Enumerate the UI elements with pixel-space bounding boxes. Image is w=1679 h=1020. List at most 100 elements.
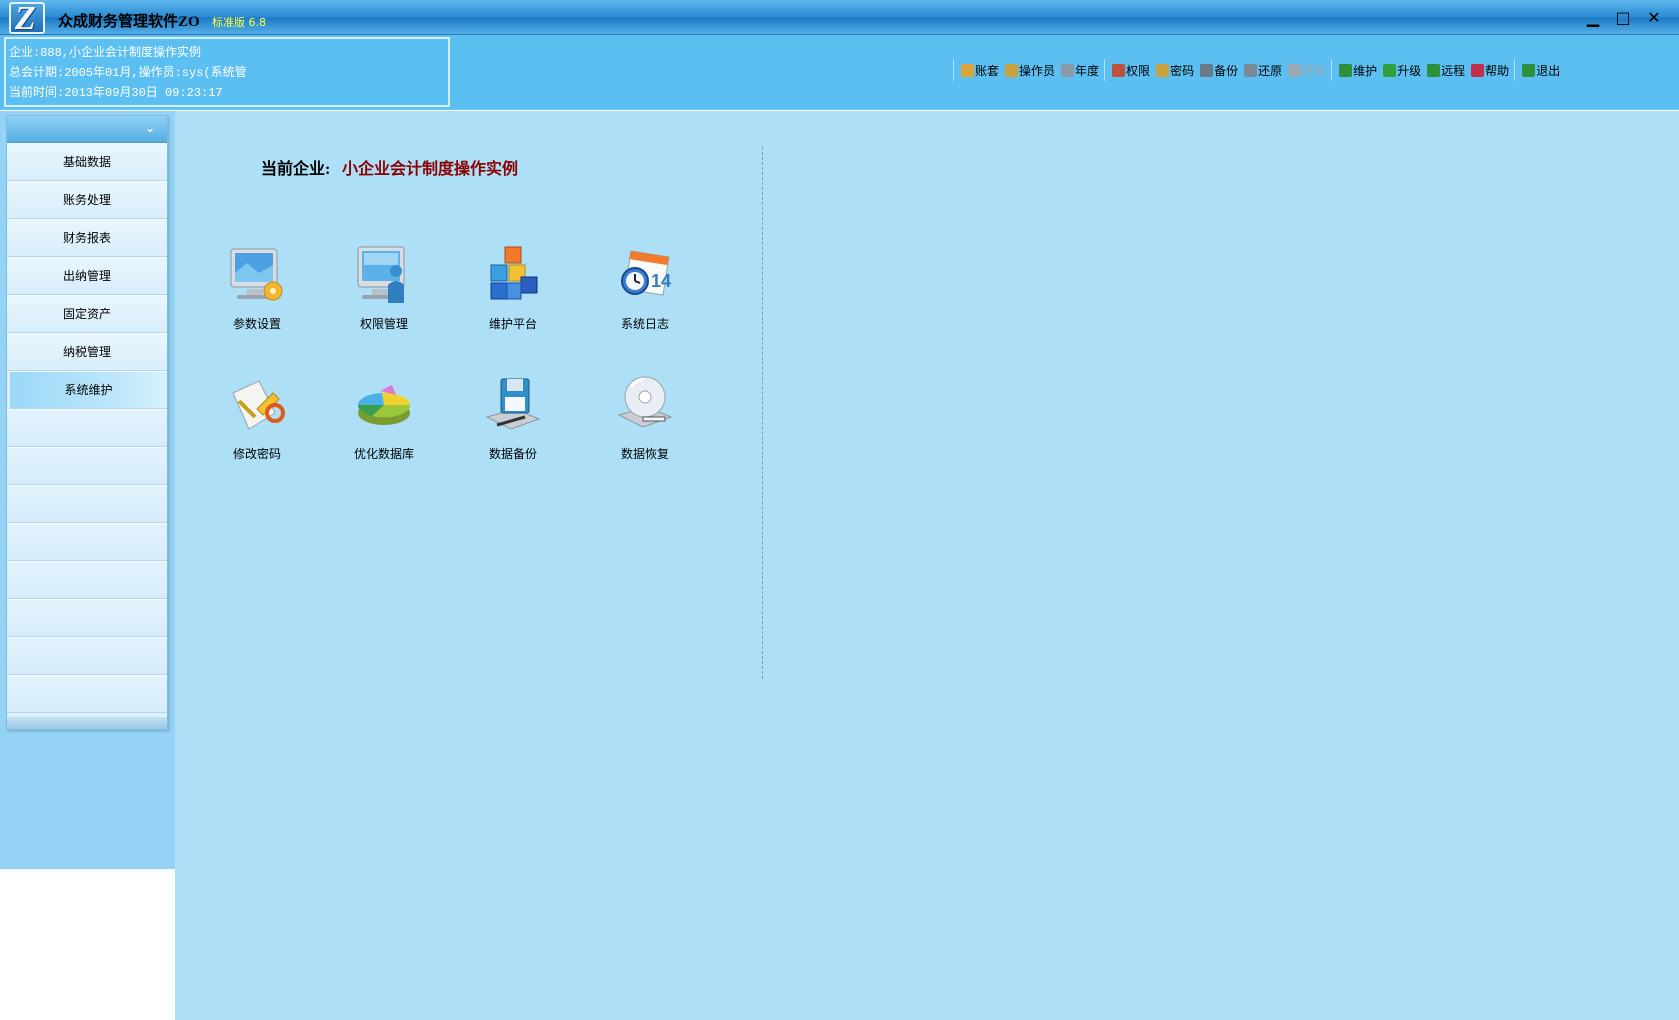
session-info-panel: 企业:888,小企业会计制度操作实例 总会计期:2005年01月,操作员:sys… [4, 37, 450, 107]
toolbar-button-3[interactable]: 权限 [1109, 57, 1153, 83]
exit-icon [1522, 63, 1536, 77]
monitor-user-icon [352, 243, 416, 307]
maximize-button[interactable]: □ [1610, 6, 1636, 30]
sidebar-nav: ⌄ 基础数据 账务处理 财务报表 出纳管理 固定资产 纳税管理 系统维护 [6, 115, 168, 730]
calendar-clock-icon: 14 [613, 243, 677, 307]
cubes-icon [481, 243, 545, 307]
toolbar-button-5[interactable]: 备份 [1197, 57, 1241, 83]
function-tile-5[interactable]: 优化数据库 [329, 373, 439, 473]
sidebar-empty-row [7, 409, 167, 447]
toolbar-separator [1331, 59, 1333, 81]
function-tile-0[interactable]: 参数设置 [202, 243, 312, 343]
toolbar-button-label: 升级 [1397, 63, 1422, 78]
key-icon [1156, 63, 1170, 77]
content-divider [762, 147, 763, 679]
restore-icon [1244, 63, 1258, 77]
main-toolbar: 账套 操作员 年度 权限 密码 备份 还原 参数 维护 升级 远程 帮助 退出 [951, 57, 1563, 83]
toolbar-button-8[interactable]: 维护 [1336, 57, 1380, 83]
toolbar-button-4[interactable]: 密码 [1153, 57, 1197, 83]
current-company-name: 小企业会计制度操作实例 [342, 161, 519, 178]
params-icon [1288, 63, 1302, 77]
help-icon [1471, 63, 1485, 77]
sidebar-item-5[interactable]: 纳税管理 [7, 333, 167, 371]
period-info: 总会计期:2005年01月,操作员:sys(系统管 [9, 66, 247, 80]
toolbar-button-12[interactable]: 退出 [1519, 57, 1563, 83]
main-panel: 当前企业: 小企业会计制度操作实例 参数设置 权限管理 维护平台 14 系统日志修改密码… [175, 111, 1679, 1020]
toolbar-button-label: 权限 [1126, 63, 1151, 78]
backup-icon [1200, 63, 1214, 77]
function-tile-label: 参数设置 [232, 317, 281, 331]
function-tile-6[interactable]: 数据备份 [458, 373, 568, 473]
function-tile-4[interactable]: 修改密码 [202, 373, 312, 473]
svg-text:14: 14 [651, 271, 671, 291]
toolbar-button-0[interactable]: 账套 [958, 57, 1002, 83]
collapse-chevron-icon[interactable]: ⌄ [145, 122, 155, 134]
toolbar-button-10[interactable]: 远程 [1424, 57, 1468, 83]
sidebar-item-3[interactable]: 出纳管理 [7, 257, 167, 295]
password-key-icon [225, 373, 289, 437]
sidebar-empty-row [7, 523, 167, 561]
toolbar-button-2[interactable]: 年度 [1058, 57, 1102, 83]
sidebar-item-0[interactable]: 基础数据 [7, 143, 167, 181]
function-tile-label: 系统日志 [620, 317, 669, 331]
toolbar-button-label: 备份 [1214, 63, 1239, 78]
time-info: 当前时间:2013年09月30日 09:23:17 [9, 86, 223, 100]
toolbar-button-9[interactable]: 升级 [1380, 57, 1424, 83]
function-tile-7[interactable]: 数据恢复 [590, 373, 700, 473]
sidebar-header: ⌄ [7, 116, 167, 143]
function-tile-2[interactable]: 维护平台 [458, 243, 568, 343]
company-info: 企业:888,小企业会计制度操作实例 [9, 46, 202, 60]
function-tile-label: 维护平台 [488, 317, 537, 331]
toolbar-button-7[interactable]: 参数 [1285, 57, 1329, 83]
sidebar-item-2[interactable]: 财务报表 [7, 219, 167, 257]
function-tile-label: 数据备份 [488, 447, 537, 461]
app-logo-icon: Z [9, 0, 45, 37]
toolbar-separator [953, 59, 954, 81]
function-tile-label: 修改密码 [232, 447, 281, 461]
globe-icon [1427, 63, 1441, 77]
pie-chart-icon [352, 373, 416, 437]
function-tile-label: 优化数据库 [353, 447, 414, 461]
disc-restore-icon [613, 373, 677, 437]
function-tile-3[interactable]: 14 系统日志 [590, 243, 700, 343]
sidebar-empty-row [7, 675, 167, 713]
floppy-backup-icon [481, 373, 545, 437]
monitor-settings-icon [225, 243, 289, 307]
function-tile-label: 数据恢复 [620, 447, 669, 461]
toolbar-button-label: 密码 [1170, 63, 1195, 78]
function-tile-label: 权限管理 [359, 317, 408, 331]
minimize-button[interactable]: ▁ [1580, 6, 1606, 30]
sidebar-empty-row [7, 485, 167, 523]
sidebar-empty-row [7, 637, 167, 675]
sidebar-item-6[interactable]: 系统维护 [10, 371, 167, 409]
operator-icon [1005, 63, 1019, 77]
ledger-icon [961, 63, 974, 77]
globe-icon [1339, 63, 1353, 77]
app-title: 众成财务管理软件ZO [58, 14, 200, 30]
toolbar-button-label: 帮助 [1485, 63, 1510, 78]
toolbar-button-6[interactable]: 还原 [1241, 57, 1285, 83]
title-bar: Z 众成财务管理软件ZO 标准版 6.8 ▁ □ ✕ [0, 0, 1679, 37]
function-tile-1[interactable]: 权限管理 [329, 243, 439, 343]
sidebar-empty-row [7, 447, 167, 485]
toolbar-separator [1514, 59, 1516, 81]
close-button[interactable]: ✕ [1641, 6, 1667, 30]
toolbar-button-label: 维护 [1353, 63, 1378, 78]
sidebar-empty-row [7, 561, 167, 599]
sidebar-footer [7, 717, 167, 729]
sidebar-list: 基础数据 账务处理 财务报表 出纳管理 固定资产 纳税管理 系统维护 [7, 143, 167, 713]
current-company-label: 当前企业: [261, 161, 331, 178]
sidebar-item-1[interactable]: 账务处理 [7, 181, 167, 219]
toolbar-button-label: 账套 [975, 63, 1000, 78]
toolbar-button-label: 远程 [1441, 63, 1466, 78]
toolbar-button-1[interactable]: 操作员 [1002, 57, 1058, 83]
toolbar-button-11[interactable]: 帮助 [1468, 57, 1512, 83]
permission-icon [1112, 63, 1126, 77]
sidebar-item-4[interactable]: 固定资产 [7, 295, 167, 333]
app-edition: 标准版 6.8 [212, 16, 266, 29]
toolbar-button-label: 操作员 [1019, 63, 1056, 78]
toolbar-separator [1104, 59, 1106, 81]
header-band: 企业:888,小企业会计制度操作实例 总会计期:2005年01月,操作员:sys… [0, 35, 1679, 110]
sidebar-empty-row [7, 599, 167, 637]
toolbar-button-label: 参数 [1302, 63, 1327, 78]
